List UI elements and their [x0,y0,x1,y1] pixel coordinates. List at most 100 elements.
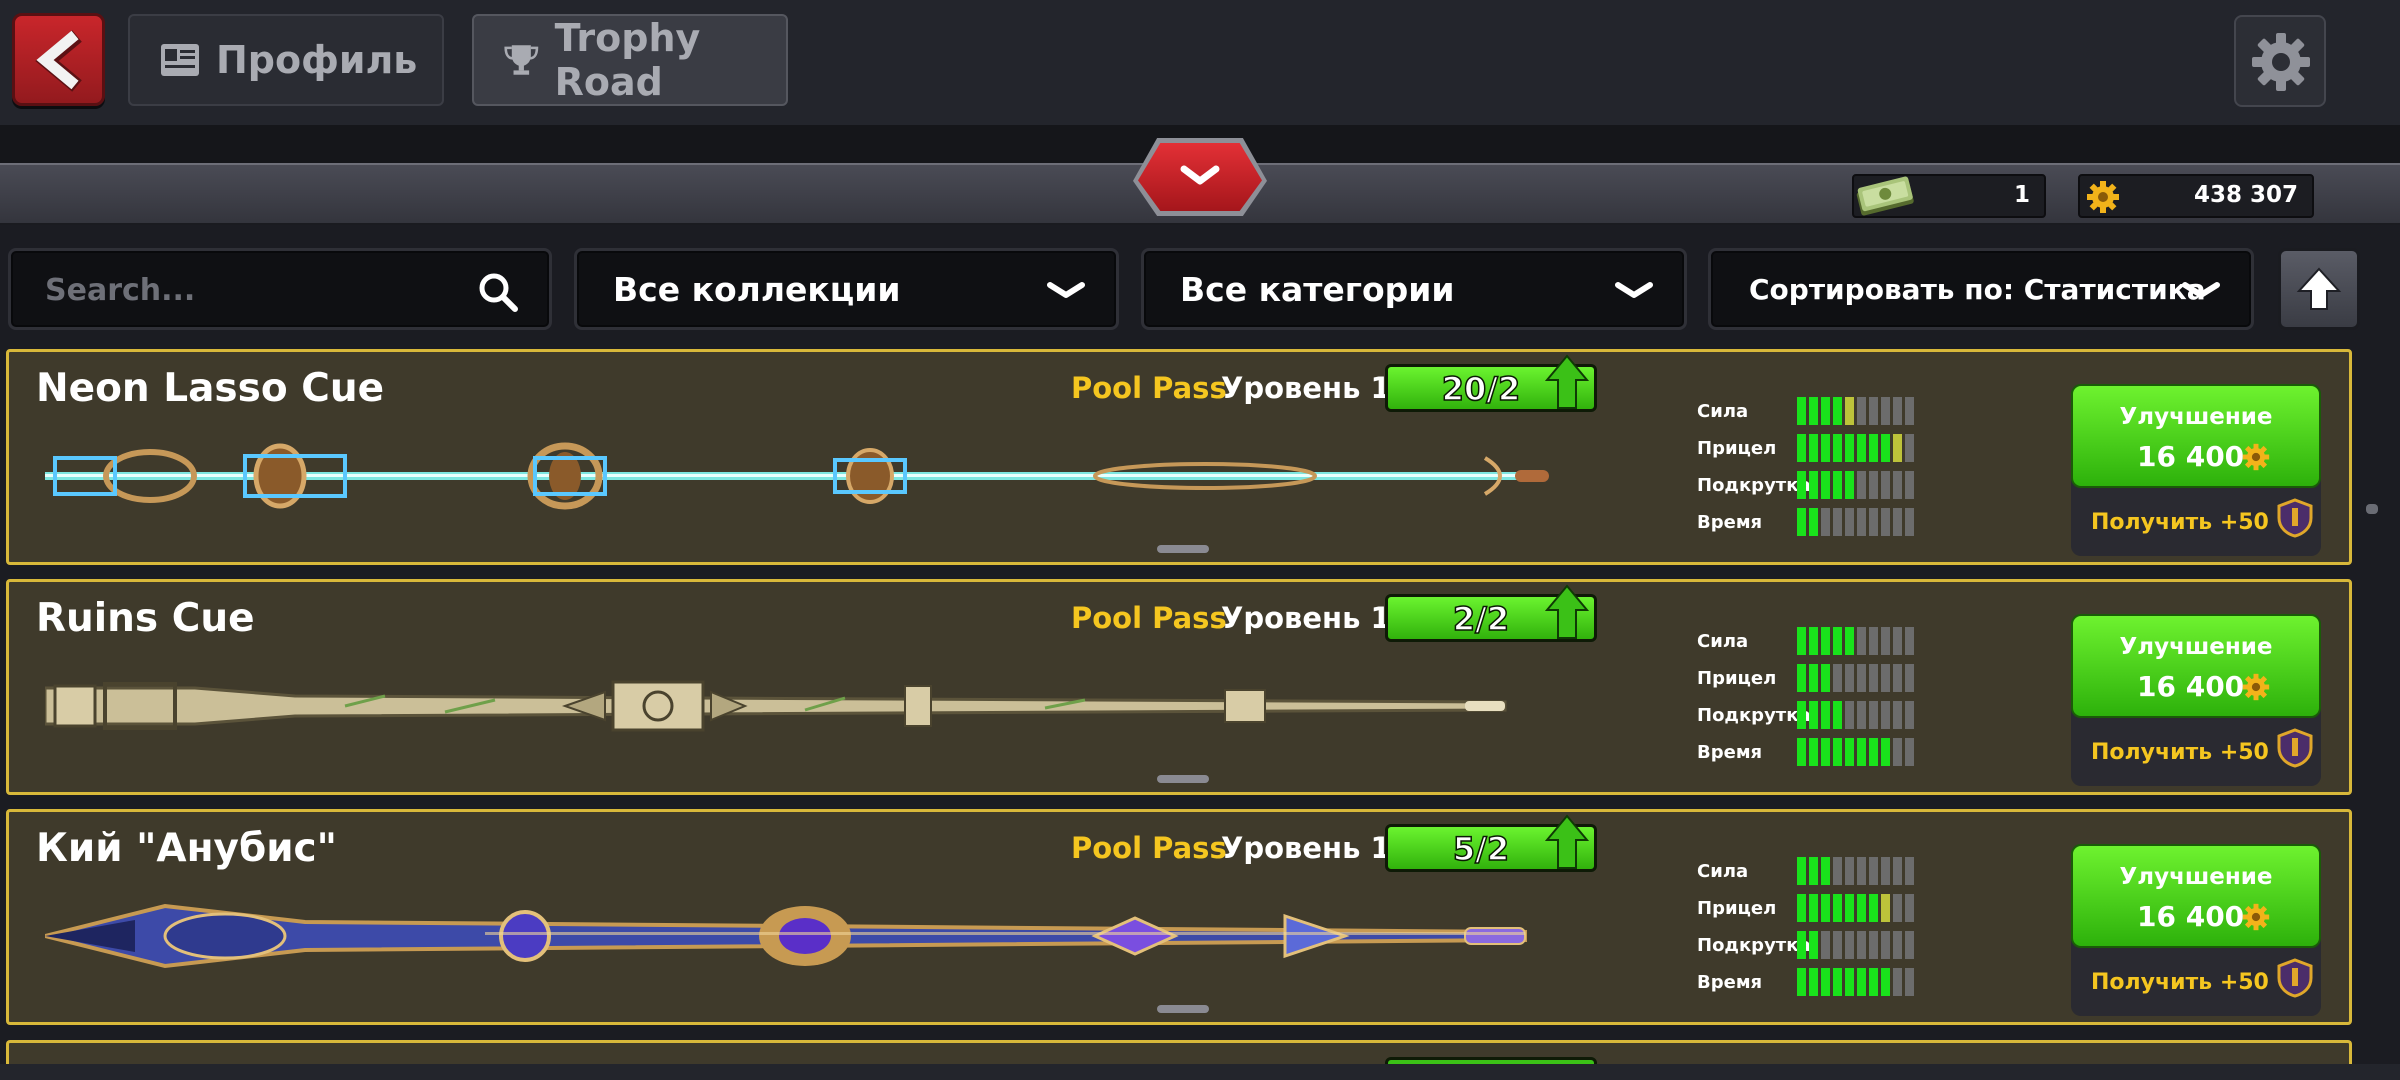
upgrade-panel: Улучшение 16 400 Получить +50 [2071,844,2321,1016]
stat-label: Время [1697,972,1763,993]
scrollbar-track[interactable] [2366,352,2378,1052]
upgrade-button[interactable]: Улучшение 16 400 [2071,384,2321,488]
stat-bar [1797,701,1914,729]
coin-icon [2242,673,2270,701]
level-up-arrow-icon [1545,584,1589,639]
stat-bar [1797,857,1914,885]
tab-trophy-road[interactable]: Trophy Road [472,14,788,106]
categories-dropdown[interactable]: Все категории [1141,248,1687,330]
sort-direction-button[interactable] [2278,248,2360,330]
cash-counter[interactable]: 1 [1852,174,2046,218]
reward-link[interactable]: Получить +50 [2091,740,2269,765]
cue-name: Neon Lasso Cue [36,366,385,411]
cue-card[interactable]: Neon Lasso Cue Pool Pass Уровень 1 20/2 … [6,349,2352,565]
settings-button[interactable] [2234,15,2326,107]
upgrade-panel: Улучшение 16 400 Получить +50 [2071,384,2321,556]
shield-icon [2277,958,2313,998]
stat-bar [1797,931,1914,959]
search-input[interactable] [45,269,465,311]
cue-source: Pool Pass [1071,601,1227,635]
search-icon[interactable] [477,271,519,313]
upgrade-button[interactable]: Улучшение 16 400 [2071,844,2321,948]
search-box[interactable] [8,248,552,330]
chevron-down-icon [2182,282,2220,298]
tab-trophy-road-label: Trophy Road [554,16,701,104]
upgrade-button[interactable]: Улучшение 16 400 [2071,614,2321,718]
drag-handle[interactable] [1157,1005,1209,1013]
stat-label: Подкрутка [1697,705,1811,726]
upgrade-cost: 16 400 [2137,670,2245,703]
drag-handle[interactable] [1157,775,1209,783]
stat-label: Сила [1697,401,1749,422]
arrow-up-icon [2296,267,2342,310]
stat-bar [1797,894,1914,922]
cue-image [45,903,1527,969]
coins-amount: 438 307 [2193,182,2298,208]
level-up-arrow-icon [1545,814,1589,869]
stat-label: Прицел [1697,898,1777,919]
collections-dropdown[interactable]: Все коллекции [574,248,1119,330]
chevron-down-icon [1180,165,1220,185]
scrollbar-thumb[interactable] [2366,504,2378,514]
shield-icon [2277,728,2313,768]
sort-dropdown-value: Сортировать по: Статистика [1749,272,2206,306]
gear-icon [2252,33,2310,91]
stat-bar [1797,508,1914,536]
cue-level: Уровень 1 [1221,371,1391,405]
back-button[interactable] [12,13,105,106]
coin-icon [2242,903,2270,931]
stat-label: Время [1697,512,1763,533]
stat-bar [1797,471,1914,499]
tab-profile[interactable]: Профиль [128,14,444,106]
upgrade-label: Улучшение [2119,864,2273,890]
expand-drawer-button[interactable] [1133,138,1267,216]
stat-label: Подкрутка [1697,935,1811,956]
stat-bar [1797,664,1914,692]
tab-profile-label: Профиль [216,38,418,82]
cue-name: Ruins Cue [36,596,255,641]
shield-icon [2277,498,2313,538]
cue-level: Уровень 1 [1221,601,1391,635]
cue-name: Кий "Анубис" [36,826,337,871]
cue-image [45,680,1507,732]
stat-label: Прицел [1697,438,1777,459]
coin-icon [2242,443,2270,471]
reward-link[interactable]: Получить +50 [2091,970,2269,995]
cue-card[interactable]: Ruins Cue Pool Pass Уровень 1 2/2 Сила П… [6,579,2352,795]
bottom-bar [0,1064,2400,1080]
cash-amount: 1 [2013,182,2030,208]
cash-icon [1856,176,1914,216]
stat-label: Сила [1697,861,1749,882]
stat-bar [1797,738,1914,766]
upgrade-label: Улучшение [2119,634,2273,660]
top-bar: Профиль Trophy Road [0,0,2400,125]
coins-counter[interactable]: 438 307 [2078,174,2314,218]
cue-image [45,442,1549,510]
categories-dropdown-value: Все категории [1180,269,1455,309]
upgrade-cost: 16 400 [2137,900,2245,933]
sort-dropdown[interactable]: Сортировать по: Статистика [1708,248,2254,330]
upgrade-panel: Улучшение 16 400 Получить +50 [2071,614,2321,786]
coin-icon [2087,181,2119,213]
cue-card[interactable]: Кий "Анубис" Pool Pass Уровень 1 5/2 Сил… [6,809,2352,1025]
chevron-down-icon [1047,282,1085,298]
cue-source: Pool Pass [1071,831,1227,865]
stat-label: Подкрутка [1697,475,1811,496]
drag-handle[interactable] [1157,545,1209,553]
upgrade-cost: 16 400 [2137,440,2245,473]
reward-link[interactable]: Получить +50 [2091,510,2269,535]
stat-bar [1797,968,1914,996]
profile-card-icon [161,44,199,76]
stat-label: Сила [1697,631,1749,652]
upgrade-label: Улучшение [2119,404,2273,430]
stat-label: Прицел [1697,668,1777,689]
level-up-arrow-icon [1545,354,1589,409]
back-arrow-icon [35,30,82,92]
stat-bar [1797,627,1914,655]
stat-bar [1797,434,1914,462]
cue-level: Уровень 1 [1221,831,1391,865]
stat-label: Время [1697,742,1763,763]
stat-bar [1797,397,1914,425]
collections-dropdown-value: Все коллекции [613,269,901,309]
chevron-down-icon [1615,282,1653,298]
